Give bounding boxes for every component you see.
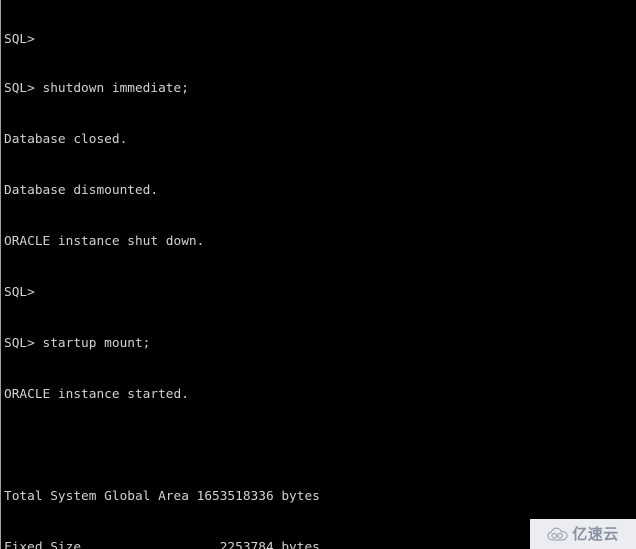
- watermark-text: 亿速云: [572, 524, 619, 543]
- watermark-badge: 亿速云: [530, 519, 636, 549]
- cloud-icon: [547, 527, 568, 542]
- terminal-output[interactable]: SQL> SQL> shutdown immediate; Database c…: [0, 0, 636, 549]
- terminal-line: ORACLE instance shut down.: [4, 234, 205, 249]
- terminal-line: Total System Global Area 1653518336 byte…: [4, 489, 320, 504]
- terminal-line: ORACLE instance started.: [4, 387, 189, 402]
- terminal-line: Database closed.: [4, 132, 128, 147]
- terminal-line: SQL>: [4, 34, 35, 46]
- terminal-line: Database dismounted.: [4, 183, 159, 198]
- terminal-line: SQL> startup mount;: [4, 336, 151, 351]
- terminal-line: SQL>: [4, 285, 35, 300]
- terminal-line: SQL> shutdown immediate;: [4, 81, 189, 96]
- terminal-screenshot: SQL> SQL> shutdown immediate; Database c…: [0, 0, 636, 549]
